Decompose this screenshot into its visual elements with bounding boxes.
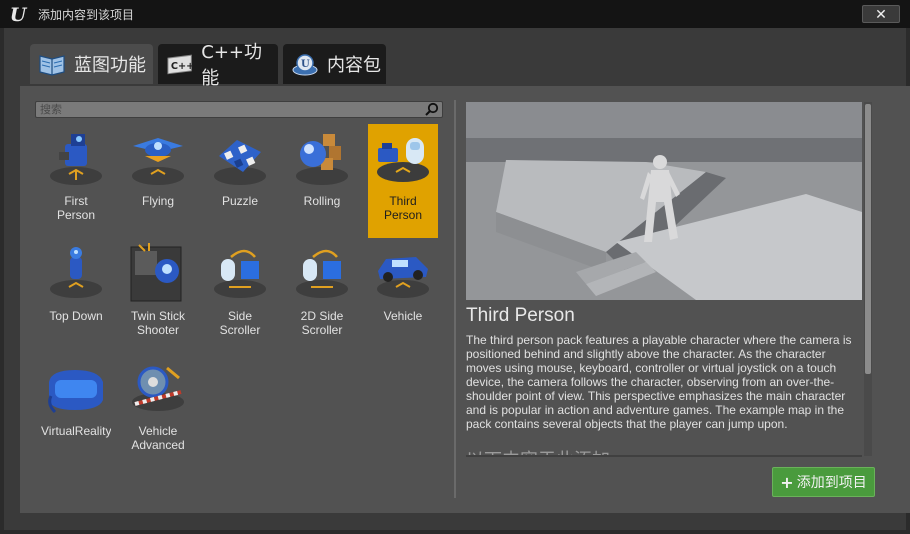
feature-item-rolling[interactable]: Rolling <box>287 124 357 238</box>
tab-label: C++功能 <box>201 42 263 89</box>
feature-label: Twin Stick Shooter <box>130 309 185 337</box>
rolling-icon <box>296 134 348 185</box>
feature-item-side-scroller[interactable]: Side Scroller <box>205 239 275 353</box>
tab-cpp-features[interactable]: C++ C++功能 <box>158 42 278 89</box>
feature-item-puzzle[interactable]: Puzzle <box>205 124 275 238</box>
feature-item-flying[interactable]: Flying <box>123 124 193 238</box>
feature-label: Flying <box>141 194 174 208</box>
feature-label: Vehicle Advanced <box>131 424 185 452</box>
tab-label: 内容包 <box>327 55 381 76</box>
preview-image <box>466 102 862 300</box>
unreal-logo-icon: U <box>9 4 27 26</box>
virtual-reality-icon <box>48 370 103 414</box>
vehicle-advanced-icon <box>132 366 184 411</box>
feature-label: Puzzle <box>221 194 259 208</box>
top-down-icon <box>50 247 102 298</box>
cpp-icon: C++ <box>167 54 193 75</box>
feature-label: Vehicle <box>383 309 423 323</box>
tab-blueprint-features[interactable]: 蓝图功能 <box>30 44 153 84</box>
feature-label: Side Scroller <box>219 309 261 337</box>
feature-label: VirtualReality <box>41 424 111 438</box>
plus-icon: + <box>780 472 794 492</box>
side-scroller-icon <box>214 249 266 298</box>
feature-label: Top Down <box>49 309 103 323</box>
first-person-icon <box>50 134 102 185</box>
details-scrollbar[interactable] <box>864 102 872 456</box>
feature-label: First Person <box>56 194 96 222</box>
title-bar[interactable]: U 添加内容到该项目 ✕ <box>0 0 910 28</box>
feature-label: 2D Side Scroller <box>300 309 344 337</box>
feature-label: Third Person <box>383 194 423 222</box>
puzzle-icon <box>214 140 266 185</box>
feature-title: Third Person <box>466 305 575 326</box>
svg-text:U: U <box>301 59 310 70</box>
scrollbar-thumb[interactable] <box>865 104 871 374</box>
blueprint-book-icon <box>39 55 65 76</box>
details-footer-line <box>466 455 862 457</box>
close-button[interactable]: ✕ <box>862 5 900 23</box>
feature-item-first-person[interactable]: First Person <box>41 124 111 238</box>
feature-item-twin-stick-shooter[interactable]: Twin Stick Shooter <box>123 239 193 353</box>
content-pack-icon: U <box>292 54 318 76</box>
feature-item-2d-side-scroller[interactable]: 2D Side Scroller <box>287 239 357 353</box>
vehicle-icon <box>377 257 429 298</box>
feature-item-third-person[interactable]: Third Person <box>368 124 438 238</box>
feature-item-vehicle-advanced[interactable]: Vehicle Advanced <box>123 354 193 468</box>
search-box[interactable] <box>35 101 443 118</box>
third-person-icon <box>377 138 429 182</box>
add-to-project-button[interactable]: + 添加到项目 <box>772 467 875 497</box>
pane-divider[interactable] <box>454 100 456 498</box>
flying-icon <box>132 138 184 185</box>
add-to-project-label: 添加到项目 <box>796 475 867 491</box>
svg-text:C++: C++ <box>171 61 193 72</box>
feature-item-vehicle[interactable]: Vehicle <box>368 239 438 353</box>
2d-side-scroller-icon <box>296 249 348 298</box>
tab-label: 蓝图功能 <box>74 55 146 76</box>
feature-item-virtual-reality[interactable]: VirtualReality <box>41 354 111 468</box>
feature-description: The third person pack features a playabl… <box>466 333 852 431</box>
tab-content-pack[interactable]: U 内容包 <box>283 44 386 84</box>
search-icon[interactable] <box>424 102 440 117</box>
twin-stick-shooter-icon <box>130 243 182 302</box>
feature-label: Rolling <box>303 194 341 208</box>
window-title: 添加内容到该项目 <box>38 8 135 22</box>
feature-item-top-down[interactable]: Top Down <box>41 239 111 353</box>
search-input[interactable] <box>40 102 420 117</box>
